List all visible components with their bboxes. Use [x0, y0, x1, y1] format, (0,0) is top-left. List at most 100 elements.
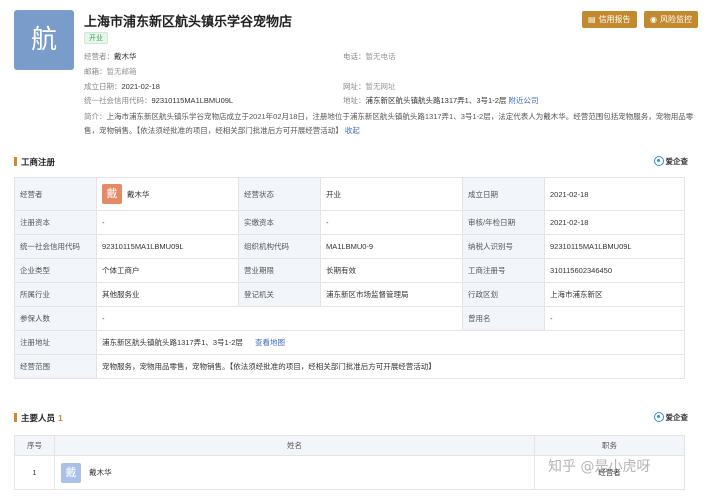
aiqicha-icon	[653, 412, 664, 422]
section-marker	[14, 157, 17, 166]
table-value[interactable]: 戴木华	[127, 189, 150, 200]
section-marker	[14, 413, 17, 422]
website-value: 暂无网址	[365, 82, 396, 91]
table-value: -	[96, 306, 463, 331]
table-key: 实缴资本	[238, 210, 321, 235]
registration-table: 经营者 戴 戴木华 经营状态 开业 成立日期 2021-02-18 注册资本 -…	[14, 177, 685, 379]
table-row: 经营范围 宠物服务，宠物用品零售，宠物销售。【依法须经批准的项目，经相关部门批准…	[14, 354, 685, 379]
table-value: 310115602346450	[544, 258, 685, 283]
table-key: 行政区划	[462, 282, 545, 307]
index-header: 序号	[14, 435, 55, 456]
staff-name[interactable]: 戴木华	[89, 467, 112, 476]
table-value: -	[544, 306, 685, 331]
table-key: 曾用名	[462, 306, 545, 331]
avatar: 戴	[61, 462, 81, 483]
aiqicha-icon	[653, 156, 664, 166]
operator-info: 经营者：戴木华	[84, 52, 137, 62]
address-info: 地址：浦东新区航头镇航头路1317弄1、3号1-2层 附近公司	[343, 96, 538, 106]
table-key: 所属行业	[14, 282, 97, 307]
credit-report-label: 信用报告	[598, 15, 631, 24]
staff-name-cell: 戴 戴木华	[54, 455, 535, 490]
table-value: 2021-02-18	[544, 177, 685, 211]
operator-cell: 戴 戴木华	[96, 177, 239, 211]
document-icon: ▤	[588, 15, 596, 24]
table-key: 成立日期	[462, 177, 545, 211]
table-row: 经营者 戴 戴木华 经营状态 开业 成立日期 2021-02-18	[14, 177, 685, 211]
table-value: 长期有效	[320, 258, 463, 283]
company-intro: 简介：上海市浦东新区航头镇乐学谷宠物店成立于2021年02月18日，注册地位于浦…	[84, 110, 706, 138]
nearby-companies-link[interactable]: 附近公司	[508, 96, 538, 105]
avatar: 戴	[102, 184, 122, 204]
operator-label: 经营者：	[84, 52, 114, 61]
table-key: 企业类型	[14, 258, 97, 283]
table-value: 开业	[320, 177, 463, 211]
table-key: 登记机关	[238, 282, 321, 307]
aiqicha-label: 爱企查	[665, 413, 689, 422]
registered-address-cell: 浦东新区航头镇航头路1317弄1、3号1-2层 查看地图	[96, 330, 685, 355]
phone-info: 电话：暂无电话	[343, 52, 396, 62]
table-key: 经营者	[14, 177, 97, 211]
status-badge: 开业	[84, 32, 108, 44]
collapse-link[interactable]: 收起	[345, 126, 360, 135]
credit-report-button[interactable]: ▤ 信用报告	[582, 11, 637, 28]
founded-value: 2021-02-18	[121, 82, 160, 91]
credit-code-value: 92310115MA1LBMU09L	[151, 96, 234, 105]
table-value: 其他服务业	[96, 282, 239, 307]
table-row: 参保人数 - 曾用名 -	[14, 306, 685, 331]
staff-title-text: 主要人员	[21, 413, 56, 423]
credit-code-label: 统一社会信用代码：	[84, 96, 152, 105]
email-value: 暂无邮箱	[106, 67, 137, 76]
table-value: MA1LBMU0-9	[320, 234, 463, 259]
table-row: 统一社会信用代码 92310115MA1LBMU09L 组织机构代码 MA1LB…	[14, 234, 685, 259]
table-key: 营业期限	[238, 258, 321, 283]
intro-text: 上海市浦东新区航头镇乐学谷宠物店成立于2021年02月18日，注册地位于浦东新区…	[84, 112, 694, 135]
credit-code-info: 统一社会信用代码：92310115MA1LBMU09L	[84, 96, 233, 106]
registration-section-title: 工商注册	[14, 156, 55, 168]
role-header: 职务	[534, 435, 685, 456]
name-header: 姓名	[54, 435, 535, 456]
watermark: 知乎 @是小虎呀	[548, 459, 651, 475]
phone-value: 暂无电话	[365, 52, 396, 61]
table-key: 参保人数	[14, 306, 97, 331]
table-value: 浦东新区市场监督管理局	[320, 282, 463, 307]
company-name: 上海市浦东新区航头镇乐学谷宠物店	[84, 15, 293, 30]
aiqicha-link[interactable]: 爱企查	[653, 156, 689, 168]
table-value: 个体工商户	[96, 258, 239, 283]
email-label: 邮箱：	[84, 67, 107, 76]
website-label: 网址：	[343, 82, 366, 91]
address-value: 浦东新区航头镇航头路1317弄1、3号1-2层	[365, 96, 507, 105]
registration-title-text: 工商注册	[21, 157, 56, 167]
aiqicha-label: 爱企查	[665, 157, 689, 166]
table-value: 上海市浦东新区	[544, 282, 685, 307]
table-header-row: 序号 姓名 职务	[14, 435, 685, 456]
company-logo: 航	[14, 10, 74, 70]
table-row: 注册资本 - 实缴资本 - 审核/年检日期 2021-02-18	[14, 210, 685, 235]
founded-label: 成立日期：	[84, 82, 122, 91]
website-info: 网址：暂无网址	[343, 82, 396, 92]
operator-value: 戴木华	[114, 52, 137, 61]
intro-label: 简介：	[84, 112, 107, 121]
row-index: 1	[14, 455, 55, 490]
business-scope: 宠物服务，宠物用品零售，宠物销售。【依法须经批准的项目，经相关部门批准后方可开展…	[96, 354, 685, 379]
staff-count: 1	[58, 413, 63, 423]
address-label: 地址：	[343, 96, 366, 105]
table-key: 经营状态	[238, 177, 321, 211]
aiqicha-link[interactable]: 爱企查	[653, 412, 689, 424]
staff-section-title: 主要人员 1	[14, 412, 63, 424]
risk-monitor-button[interactable]: ◉ 风险监控	[644, 11, 698, 28]
table-value: 92310115MA1LBMU09L	[544, 234, 685, 259]
table-key: 注册地址	[14, 330, 97, 355]
table-value: -	[320, 210, 463, 235]
table-row: 所属行业 其他服务业 登记机关 浦东新区市场监督管理局 行政区划 上海市浦东新区	[14, 282, 685, 307]
company-logo-char: 航	[30, 25, 57, 55]
table-key: 经营范围	[14, 354, 97, 379]
eye-icon: ◉	[650, 15, 657, 24]
table-key: 注册资本	[14, 210, 97, 235]
phone-label: 电话：	[343, 52, 366, 61]
view-map-link[interactable]: 查看地图	[255, 338, 285, 347]
table-value: 2021-02-18	[544, 210, 685, 235]
risk-monitor-label: 风险监控	[659, 15, 692, 24]
table-key: 纳税人识别号	[462, 234, 545, 259]
email-info: 邮箱：暂无邮箱	[84, 67, 137, 77]
table-key: 组织机构代码	[238, 234, 321, 259]
